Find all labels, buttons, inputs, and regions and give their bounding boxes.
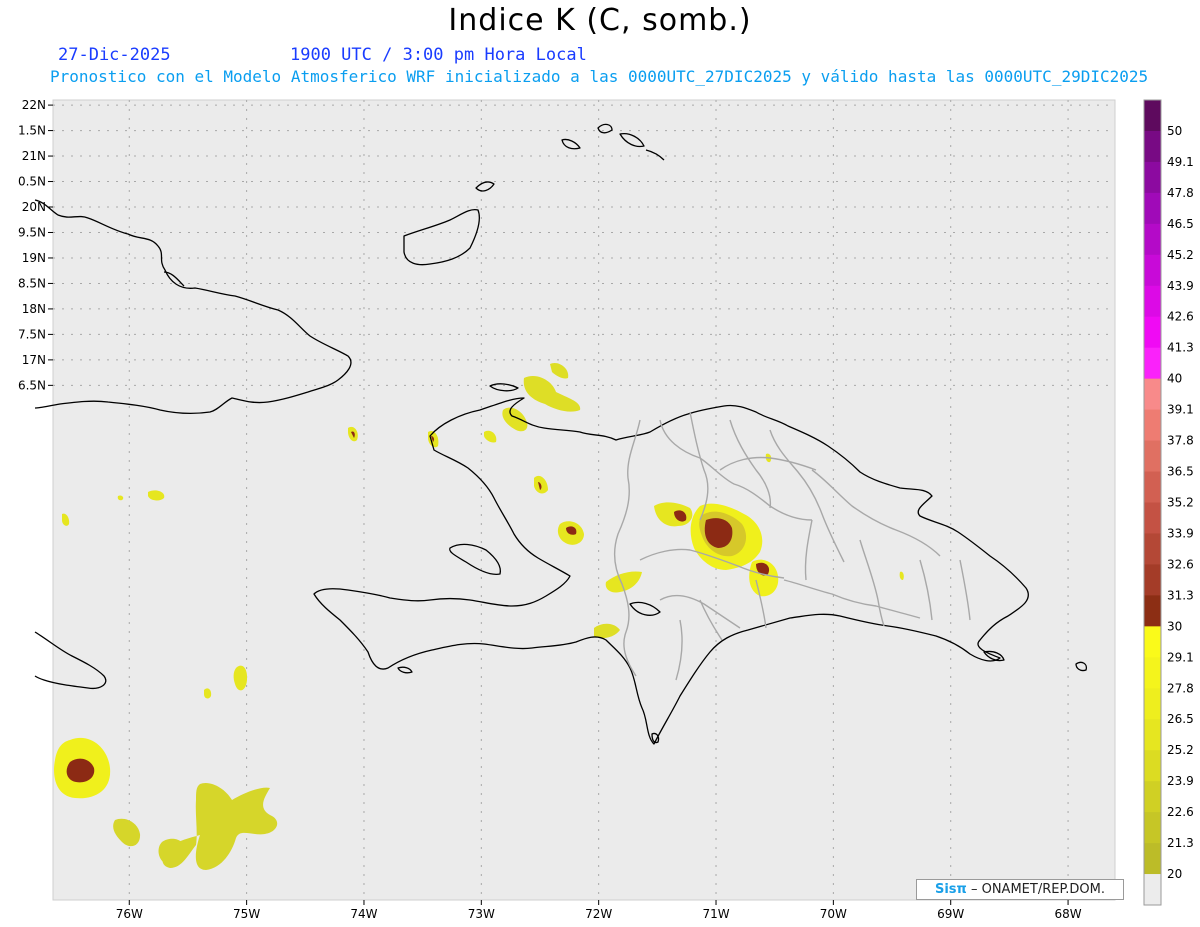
colorbar-label: 49.1 xyxy=(1167,155,1194,169)
colorbar-swatch xyxy=(1144,843,1161,875)
colorbar: 50 49.1 47.8 46.5 45.2 43.9 42.6 41.3 40 39.1 37.8… xyxy=(1143,99,1194,906)
colorbar-swatch xyxy=(1144,750,1161,782)
colorbar-swatch xyxy=(1144,533,1161,565)
lat-tick-label: 17N xyxy=(22,353,46,367)
colorbar-label: 36.5 xyxy=(1167,465,1194,479)
lon-tick-label: 70W xyxy=(820,907,847,921)
lon-tick-label: 72W xyxy=(585,907,612,921)
colorbar-label: 21.3 xyxy=(1167,836,1194,850)
k-index-map: 22N 1.5N 21N 0.5N 20N 9.5N 19N 8.5N 18N 7.5N 17N 6.… xyxy=(18,98,1194,921)
colorbar-swatch xyxy=(1144,161,1161,194)
lat-tick-label: 1.5N xyxy=(18,124,46,138)
colorbar-label: 37.8 xyxy=(1167,434,1194,448)
lat-tick-label: 22N xyxy=(22,98,46,112)
colorbar-swatch xyxy=(1144,719,1161,751)
colorbar-label: 46.5 xyxy=(1167,217,1194,231)
colorbar-label: 20 xyxy=(1167,867,1182,881)
colorbar-label: 39.1 xyxy=(1167,403,1194,417)
colorbar-swatch xyxy=(1144,688,1161,720)
colorbar-label: 27.8 xyxy=(1167,681,1194,695)
colorbar-label: 32.6 xyxy=(1167,557,1194,571)
lon-tick-label: 76W xyxy=(116,907,143,921)
lat-tick-label: 21N xyxy=(22,149,46,163)
colorbar-label: 50 xyxy=(1167,124,1182,138)
colorbar-swatch xyxy=(1144,657,1161,689)
colorbar-swatch xyxy=(1144,595,1161,627)
lat-tick-label: 6.5N xyxy=(18,378,46,392)
colorbar-swatch xyxy=(1144,378,1161,411)
lat-tick-label: 0.5N xyxy=(18,175,46,189)
colorbar-label: 35.2 xyxy=(1167,496,1194,510)
colorbar-swatch xyxy=(1144,440,1161,473)
colorbar-label: 45.2 xyxy=(1167,248,1194,262)
colorbar-swatch xyxy=(1144,192,1161,225)
lat-tick-label: 19N xyxy=(22,251,46,265)
colorbar-swatch xyxy=(1144,100,1161,132)
colorbar-label: 26.5 xyxy=(1167,712,1194,726)
colorbar-swatch xyxy=(1144,502,1161,534)
map-background xyxy=(53,100,1115,900)
colorbar-swatch xyxy=(1144,130,1161,163)
colorbar-swatch xyxy=(1144,874,1161,906)
lon-tick-label: 74W xyxy=(350,907,377,921)
colorbar-label: 29.1 xyxy=(1167,650,1194,664)
lon-tick-label: 71W xyxy=(702,907,729,921)
lat-tick-label: 8.5N xyxy=(18,276,46,290)
colorbar-label: 41.3 xyxy=(1167,341,1194,355)
colorbar-label: 23.9 xyxy=(1167,774,1194,788)
colorbar-label: 25.2 xyxy=(1167,743,1194,757)
colorbar-label: 31.3 xyxy=(1167,588,1194,602)
credit-box: Sisπ – ONAMET/REP.DOM. xyxy=(916,879,1124,900)
colorbar-swatch xyxy=(1144,347,1161,380)
credit-text: – ONAMET/REP.DOM. xyxy=(970,882,1105,897)
colorbar-label: 22.6 xyxy=(1167,805,1194,819)
lon-tick-label: 73W xyxy=(468,907,495,921)
colorbar-swatch xyxy=(1144,316,1161,349)
lon-tick-label: 69W xyxy=(937,907,964,921)
colorbar-label: 47.8 xyxy=(1167,186,1194,200)
colorbar-swatch xyxy=(1144,223,1161,256)
colorbar-label: 40 xyxy=(1167,372,1182,386)
lon-tick-label: 68W xyxy=(1054,907,1081,921)
colorbar-swatch xyxy=(1144,812,1161,844)
colorbar-swatch xyxy=(1144,626,1161,658)
colorbar-label: 42.6 xyxy=(1167,310,1194,324)
colorbar-swatch xyxy=(1144,254,1161,287)
colorbar-swatch xyxy=(1144,781,1161,813)
colorbar-label: 30 xyxy=(1167,619,1182,633)
lat-tick-label: 20N xyxy=(22,200,46,214)
shade-south-small-2 xyxy=(158,838,187,866)
colorbar-swatch xyxy=(1144,471,1161,503)
colorbar-swatch xyxy=(1144,564,1161,596)
colorbar-swatch xyxy=(1144,409,1161,442)
lat-tick-label: 9.5N xyxy=(18,225,46,239)
colorbar-label: 33.9 xyxy=(1167,526,1194,540)
lon-tick-label: 75W xyxy=(233,907,260,921)
lat-tick-label: 18N xyxy=(22,302,46,316)
colorbar-label: 43.9 xyxy=(1167,279,1194,293)
sispi-logo: Sisπ xyxy=(934,882,967,897)
colorbar-swatch xyxy=(1144,285,1161,318)
lat-tick-label: 7.5N xyxy=(18,327,46,341)
